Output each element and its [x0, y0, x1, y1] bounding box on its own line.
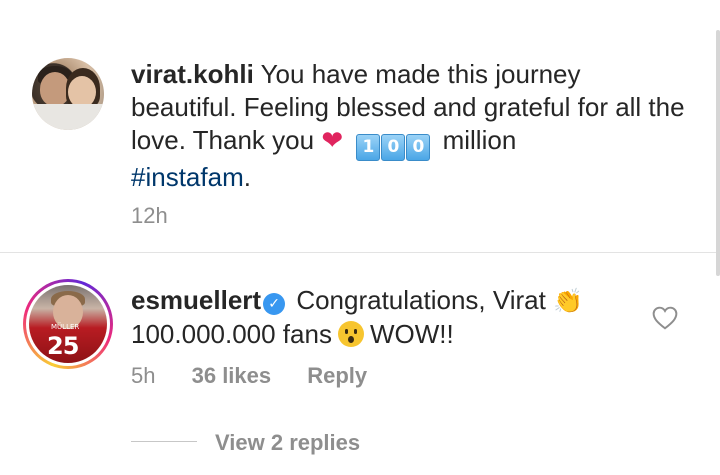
comment-line1: Congratulations, Virat — [296, 285, 546, 315]
keycap-100-emoji: 100 — [356, 125, 431, 161]
comment-meta: 5h 36 likes Reply — [131, 363, 397, 389]
red-heart-emoji-icon: ❤ — [321, 125, 344, 155]
keycap-digit: 0 — [381, 134, 406, 161]
reply-button[interactable]: Reply — [307, 363, 367, 388]
virat-kohli-avatar[interactable] — [32, 58, 104, 130]
surprised-face-emoji-icon — [337, 321, 364, 347]
caption-text: virat.kohli You have made this journey b… — [131, 58, 691, 194]
comment-likes[interactable]: 36 likes — [192, 363, 272, 388]
caption-username[interactable]: virat.kohli — [131, 59, 254, 89]
caption-trailing: . — [243, 162, 251, 192]
scrollbar[interactable] — [716, 30, 720, 276]
hashtag-link[interactable]: #instafam — [131, 162, 244, 192]
view-replies-button[interactable]: View 2 replies — [215, 430, 360, 456]
comment-text: esmuellert ✓ Congratulations, Virat 👏 100… — [131, 284, 651, 351]
esmuellert-avatar[interactable]: MÜLLER 25 — [29, 285, 107, 363]
clapping-hands-emoji-icon: 👏 — [553, 287, 583, 315]
caption-timestamp: 12h — [131, 203, 168, 228]
caption-million: million — [442, 125, 517, 155]
keycap-digit: 0 — [406, 134, 431, 161]
comment-line2: 100.000.000 fans — [131, 319, 332, 349]
comment-username[interactable]: esmuellert — [131, 285, 261, 315]
keycap-digit: 1 — [356, 134, 381, 161]
comment-wow: WOW!! — [369, 319, 454, 349]
jersey-number: 25 — [47, 332, 79, 360]
jersey-name: MÜLLER — [51, 323, 80, 331]
like-heart-icon[interactable] — [652, 306, 678, 330]
comment-timestamp: 5h — [131, 363, 156, 388]
divider — [0, 252, 720, 253]
verified-badge-icon: ✓ — [263, 293, 286, 315]
post-caption: virat.kohli You have made this journey b… — [0, 0, 716, 252]
replies-line — [131, 441, 197, 442]
